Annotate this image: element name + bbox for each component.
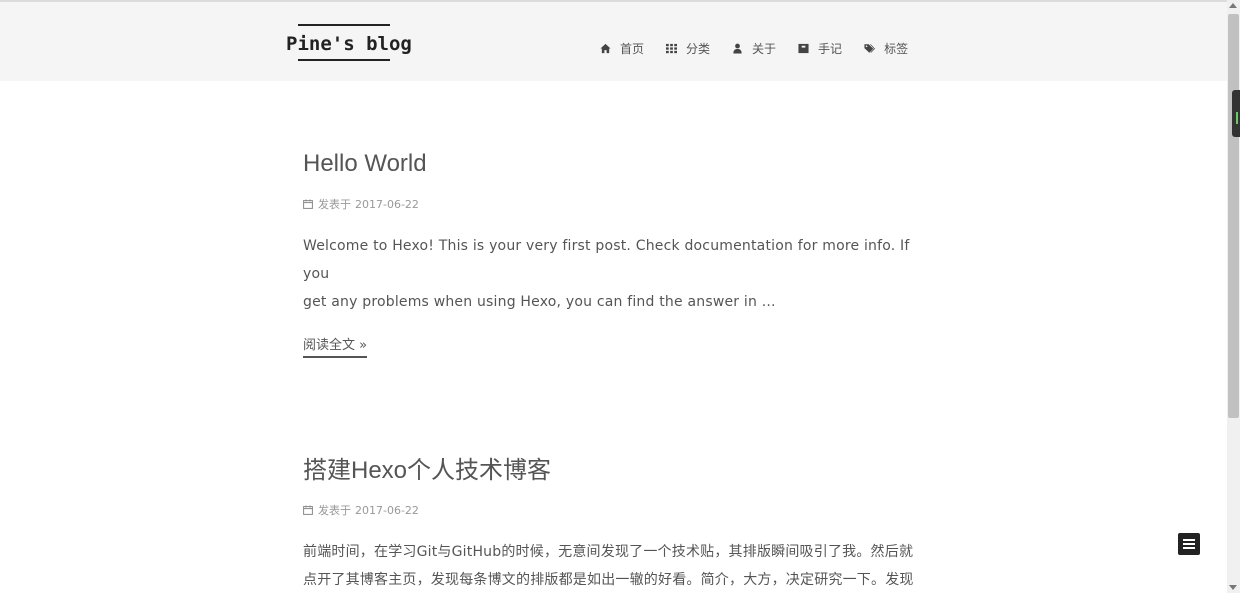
nav-item-home-label: 首页 — [620, 41, 645, 56]
nav-item-home[interactable]: 首页 — [600, 40, 644, 57]
sidebar-toggle-button[interactable] — [1178, 533, 1200, 555]
menu-icon-bar — [1183, 543, 1195, 545]
grid-icon — [666, 43, 678, 54]
main-nav: 首页 分类 关于 手记 标签 — [600, 38, 930, 58]
site-header: Pine's blog 首页 分类 关于 手记 标签 — [0, 2, 1227, 81]
read-more-link[interactable]: 阅读全文 » — [303, 334, 368, 358]
nav-item-about-label: 关于 — [752, 41, 777, 56]
post-excerpt-line: Welcome to Hexo! This is your very first… — [303, 238, 910, 282]
home-icon — [600, 43, 611, 54]
nav-item-notes[interactable]: 手记 — [798, 40, 842, 57]
post-title[interactable]: 搭建Hexo个人技术博客 — [303, 450, 925, 485]
brand-top-rule — [298, 24, 390, 26]
scroll-down-arrow-icon[interactable] — [1229, 585, 1237, 590]
post-meta: 发表于 2017-06-22 — [303, 502, 925, 518]
post-excerpt: 前端时间，在学习Git与GitHub的时候，无意间发现了一个技术贴，其排版瞬间吸… — [303, 538, 925, 594]
post-meta-prefix: 发表于 — [318, 198, 351, 211]
post-excerpt: Welcome to Hexo! This is your very first… — [303, 232, 925, 316]
scrollbar-thumb[interactable] — [1228, 14, 1239, 418]
user-icon — [732, 43, 743, 54]
site-title[interactable]: Pine's blog — [286, 33, 412, 55]
scroll-up-arrow-icon[interactable] — [1229, 3, 1237, 8]
brand-bottom-rule — [298, 59, 390, 61]
post-item: 搭建Hexo个人技术博客 发表于 2017-06-22 前端时间，在学习Git与… — [303, 450, 925, 594]
post-title[interactable]: Hello World — [303, 150, 925, 178]
post-excerpt-line: 点开了其博客主页，发现每条博文的排版都是如出一辙的好看。简介，大方，决定研究一下… — [303, 572, 914, 588]
nav-item-categories-label: 分类 — [686, 41, 711, 56]
post-meta: 发表于 2017-06-22 — [303, 196, 925, 212]
nav-item-about[interactable]: 关于 — [732, 40, 776, 57]
post-meta-prefix: 发表于 — [318, 504, 351, 517]
post-item: Hello World 发表于 2017-06-22 Welcome to He… — [303, 150, 925, 358]
archive-icon — [798, 43, 809, 54]
nav-item-tags[interactable]: 标签 — [864, 40, 908, 57]
calendar-icon — [303, 199, 313, 209]
post-date: 2017-06-22 — [355, 503, 419, 517]
nav-item-notes-label: 手记 — [818, 41, 843, 56]
nav-item-categories[interactable]: 分类 — [666, 40, 710, 57]
vertical-scrollbar[interactable] — [1227, 0, 1240, 593]
calendar-icon — [303, 505, 313, 515]
edge-widget-handle[interactable] — [1232, 90, 1240, 137]
post-excerpt-line: 前端时间，在学习Git与GitHub的时候，无意间发现了一个技术贴，其排版瞬间吸… — [303, 544, 914, 560]
tags-icon — [864, 43, 876, 54]
menu-icon-bar — [1183, 547, 1195, 549]
menu-icon-bar — [1183, 539, 1195, 541]
post-excerpt-line: get any problems when using Hexo, you ca… — [303, 294, 776, 310]
post-date: 2017-06-22 — [355, 197, 419, 211]
nav-item-tags-label: 标签 — [884, 41, 909, 56]
